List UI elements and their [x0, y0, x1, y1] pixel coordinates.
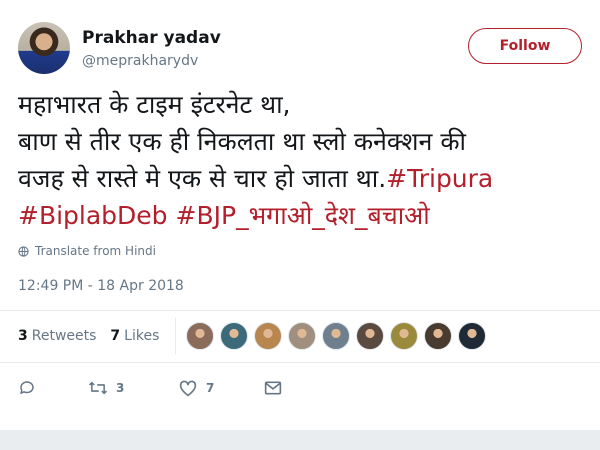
liker-avatar[interactable] [220, 322, 249, 350]
retweet-icon [88, 381, 108, 395]
like-count: 7 [206, 381, 215, 395]
reply-area-bar [0, 430, 600, 450]
reply-icon [20, 381, 34, 394]
divider-bottom [0, 362, 600, 363]
tweet-line-3-text: वजह से रास्ते मे एक से चार हो जाता था. [18, 164, 387, 193]
globe-icon [18, 245, 29, 257]
liker-avatar[interactable] [458, 322, 487, 350]
liker-avatar[interactable] [322, 322, 351, 350]
avatar[interactable] [18, 22, 70, 74]
liker-avatar[interactable] [186, 322, 215, 350]
likes-label: Likes [124, 328, 160, 344]
envelope-icon [264, 381, 282, 395]
stats-divider [175, 318, 177, 354]
retweet-action[interactable]: 3 [88, 379, 178, 397]
translate-label: Translate from Hindi [35, 244, 156, 258]
liker-avatar[interactable] [288, 322, 317, 350]
tweet-timestamp[interactable]: 12:49 PM - 18 Apr 2018 [18, 278, 184, 294]
liker-avatar[interactable] [254, 322, 283, 350]
retweets-stat[interactable]: 3 Retweets [18, 328, 96, 344]
divider-top [0, 310, 600, 311]
hashtag-bjp[interactable]: #BJP_भगाओ_देश_बचाओ [176, 201, 430, 230]
user-handle[interactable]: @meprakharydv [82, 53, 198, 69]
likes-count: 7 [110, 328, 121, 344]
hashtag-tripura[interactable]: #Tripura [386, 164, 493, 193]
liker-avatar[interactable] [356, 322, 385, 350]
tweet-text: महाभारत के टाइम इंटरनेट था, बाण से तीर ए… [18, 86, 588, 234]
tweet-line-3: वजह से रास्ते मे एक से चार हो जाता था.#T… [18, 160, 588, 197]
translate-link[interactable]: Translate from Hindi [18, 244, 156, 258]
hashtag-biplabdeb[interactable]: #BiplabDeb [18, 201, 168, 230]
likes-stat[interactable]: 7 Likes [110, 328, 159, 344]
reply-action[interactable] [18, 379, 88, 397]
retweet-count: 3 [116, 381, 125, 395]
engagement-stats: 3 Retweets 7 Likes [18, 318, 492, 354]
tweet-actions: 3 7 [18, 376, 282, 400]
liker-avatar[interactable] [390, 322, 419, 350]
liker-avatar[interactable] [424, 322, 453, 350]
tweet-line-1: महाभारत के टाइम इंटरनेट था, [18, 90, 291, 119]
heart-icon [179, 380, 197, 397]
retweets-count: 3 [18, 328, 28, 344]
message-action[interactable] [264, 380, 282, 396]
tweet-line-2: बाण से तीर एक ही निकलता था स्लो कनेक्शन … [18, 127, 466, 156]
follow-button[interactable]: Follow [468, 28, 582, 64]
user-name[interactable]: Prakhar yadav [82, 28, 221, 48]
liker-avatars [186, 322, 492, 350]
retweets-label: Retweets [31, 328, 97, 344]
like-action[interactable]: 7 [178, 379, 264, 397]
tweet-line-4: #BiplabDeb #BJP_भगाओ_देश_बचाओ [18, 197, 588, 234]
tweet-header: Prakhar yadav @meprakharydv Follow [18, 22, 588, 82]
